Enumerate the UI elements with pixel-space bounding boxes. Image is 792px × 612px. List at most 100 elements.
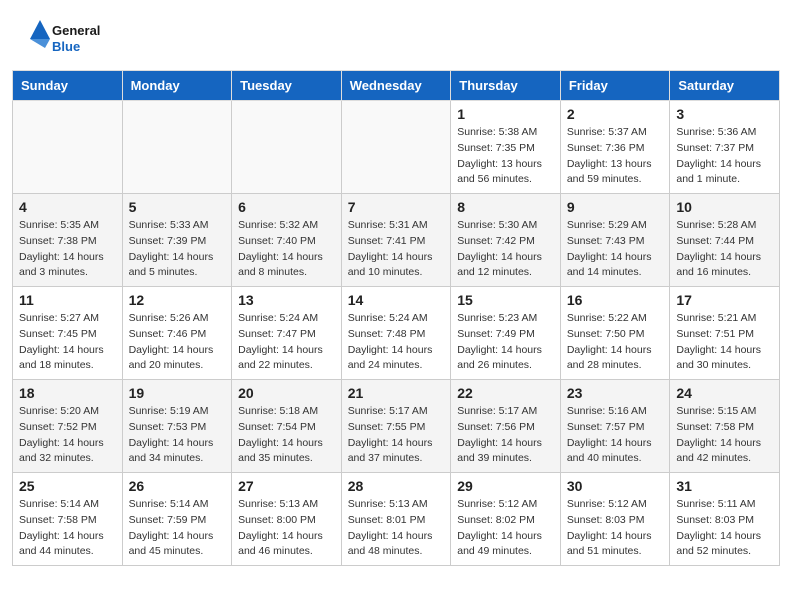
calendar-cell: 4 Sunrise: 5:35 AM Sunset: 7:38 PM Daylig… xyxy=(13,194,123,287)
day-info: Sunrise: 5:21 AM Sunset: 7:51 PM Dayligh… xyxy=(676,311,773,374)
day-number: 6 xyxy=(238,199,335,215)
day-number: 5 xyxy=(129,199,226,215)
day-info: Sunrise: 5:15 AM Sunset: 7:58 PM Dayligh… xyxy=(676,404,773,467)
day-info: Sunrise: 5:38 AM Sunset: 7:35 PM Dayligh… xyxy=(457,125,554,188)
calendar-cell: 11Sunrise: 5:27 AM Sunset: 7:45 PM Dayli… xyxy=(13,287,123,380)
day-number: 25 xyxy=(19,478,116,494)
day-number: 1 xyxy=(457,106,554,122)
svg-text:Blue: Blue xyxy=(52,39,80,54)
calendar-cell: 16 Sunrise: 5:22 AM Sunset: 7:50 PM Dayli… xyxy=(560,287,670,380)
calendar-cell: 7 Sunrise: 5:31 AM Sunset: 7:41 PM Daylig… xyxy=(341,194,451,287)
calendar-cell: 30 Sunrise: 5:12 AM Sunset: 8:03 PM Dayli… xyxy=(560,473,670,566)
weekday-header-monday: Monday xyxy=(122,71,232,101)
calendar-cell: 21 Sunrise: 5:17 AM Sunset: 7:55 PM Dayli… xyxy=(341,380,451,473)
calendar-cell: 8 Sunrise: 5:30 AM Sunset: 7:42 PM Daylig… xyxy=(451,194,561,287)
day-number: 30 xyxy=(567,478,664,494)
day-info: Sunrise: 5:13 AM Sunset: 8:00 PM Dayligh… xyxy=(238,497,335,560)
day-number: 31 xyxy=(676,478,773,494)
calendar-cell: 24 Sunrise: 5:15 AM Sunset: 7:58 PM Dayli… xyxy=(670,380,780,473)
day-info: Sunrise: 5:12 AM Sunset: 8:03 PM Dayligh… xyxy=(567,497,664,560)
day-info: Sunrise: 5:20 AM Sunset: 7:52 PM Dayligh… xyxy=(19,404,116,467)
day-info: Sunrise: 5:13 AM Sunset: 8:01 PM Dayligh… xyxy=(348,497,445,560)
calendar-cell xyxy=(232,101,342,194)
day-number: 8 xyxy=(457,199,554,215)
calendar-cell: 25 Sunrise: 5:14 AM Sunset: 7:58 PM Dayli… xyxy=(13,473,123,566)
calendar-cell xyxy=(122,101,232,194)
weekday-header-friday: Friday xyxy=(560,71,670,101)
calendar-cell: 12 Sunrise: 5:26 AM Sunset: 7:46 PM Dayli… xyxy=(122,287,232,380)
calendar-cell: 10Sunrise: 5:28 AM Sunset: 7:44 PM Dayli… xyxy=(670,194,780,287)
calendar-cell: 23Sunrise: 5:16 AM Sunset: 7:57 PM Dayli… xyxy=(560,380,670,473)
weekday-header-thursday: Thursday xyxy=(451,71,561,101)
calendar-cell: 17 Sunrise: 5:21 AM Sunset: 7:51 PM Dayli… xyxy=(670,287,780,380)
weekday-header-saturday: Saturday xyxy=(670,71,780,101)
day-info: Sunrise: 5:28 AM Sunset: 7:44 PM Dayligh… xyxy=(676,218,773,281)
day-number: 13 xyxy=(238,292,335,308)
day-number: 17 xyxy=(676,292,773,308)
day-number: 26 xyxy=(129,478,226,494)
page-header: General Blue xyxy=(0,0,792,70)
day-info: Sunrise: 5:17 AM Sunset: 7:55 PM Dayligh… xyxy=(348,404,445,467)
calendar-cell: 6Sunrise: 5:32 AM Sunset: 7:40 PM Daylig… xyxy=(232,194,342,287)
calendar-cell: 5 Sunrise: 5:33 AM Sunset: 7:39 PM Daylig… xyxy=(122,194,232,287)
day-info: Sunrise: 5:14 AM Sunset: 7:59 PM Dayligh… xyxy=(129,497,226,560)
day-number: 14 xyxy=(348,292,445,308)
calendar-cell: 3Sunrise: 5:36 AM Sunset: 7:37 PM Daylig… xyxy=(670,101,780,194)
day-number: 11 xyxy=(19,292,116,308)
day-number: 9 xyxy=(567,199,664,215)
page-container: General Blue SundayMondayTuesdayWednesda… xyxy=(0,0,792,578)
calendar-week-row: 4 Sunrise: 5:35 AM Sunset: 7:38 PM Daylig… xyxy=(13,194,780,287)
day-info: Sunrise: 5:26 AM Sunset: 7:46 PM Dayligh… xyxy=(129,311,226,374)
calendar-cell xyxy=(341,101,451,194)
day-number: 16 xyxy=(567,292,664,308)
calendar-cell: 13Sunrise: 5:24 AM Sunset: 7:47 PM Dayli… xyxy=(232,287,342,380)
weekday-header-sunday: Sunday xyxy=(13,71,123,101)
calendar-cell: 20 Sunrise: 5:18 AM Sunset: 7:54 PM Dayli… xyxy=(232,380,342,473)
day-info: Sunrise: 5:24 AM Sunset: 7:48 PM Dayligh… xyxy=(348,311,445,374)
day-number: 29 xyxy=(457,478,554,494)
day-info: Sunrise: 5:16 AM Sunset: 7:57 PM Dayligh… xyxy=(567,404,664,467)
day-info: Sunrise: 5:30 AM Sunset: 7:42 PM Dayligh… xyxy=(457,218,554,281)
calendar-cell: 2Sunrise: 5:37 AM Sunset: 7:36 PM Daylig… xyxy=(560,101,670,194)
weekday-header-row: SundayMondayTuesdayWednesdayThursdayFrid… xyxy=(13,71,780,101)
day-number: 20 xyxy=(238,385,335,401)
svg-text:General: General xyxy=(52,23,100,38)
weekday-header-tuesday: Tuesday xyxy=(232,71,342,101)
day-info: Sunrise: 5:35 AM Sunset: 7:38 PM Dayligh… xyxy=(19,218,116,281)
day-info: Sunrise: 5:31 AM Sunset: 7:41 PM Dayligh… xyxy=(348,218,445,281)
day-number: 7 xyxy=(348,199,445,215)
day-info: Sunrise: 5:22 AM Sunset: 7:50 PM Dayligh… xyxy=(567,311,664,374)
calendar-cell: 28Sunrise: 5:13 AM Sunset: 8:01 PM Dayli… xyxy=(341,473,451,566)
calendar-wrapper: SundayMondayTuesdayWednesdayThursdayFrid… xyxy=(0,70,792,578)
day-number: 15 xyxy=(457,292,554,308)
day-number: 12 xyxy=(129,292,226,308)
calendar-cell: 9Sunrise: 5:29 AM Sunset: 7:43 PM Daylig… xyxy=(560,194,670,287)
day-number: 21 xyxy=(348,385,445,401)
weekday-header-wednesday: Wednesday xyxy=(341,71,451,101)
day-number: 3 xyxy=(676,106,773,122)
calendar-body: 1 Sunrise: 5:38 AM Sunset: 7:35 PM Daylig… xyxy=(13,101,780,566)
day-number: 18 xyxy=(19,385,116,401)
logo: General Blue xyxy=(24,18,114,60)
day-number: 24 xyxy=(676,385,773,401)
day-info: Sunrise: 5:18 AM Sunset: 7:54 PM Dayligh… xyxy=(238,404,335,467)
day-info: Sunrise: 5:23 AM Sunset: 7:49 PM Dayligh… xyxy=(457,311,554,374)
day-number: 2 xyxy=(567,106,664,122)
calendar-table: SundayMondayTuesdayWednesdayThursdayFrid… xyxy=(12,70,780,566)
day-info: Sunrise: 5:33 AM Sunset: 7:39 PM Dayligh… xyxy=(129,218,226,281)
day-number: 22 xyxy=(457,385,554,401)
day-info: Sunrise: 5:11 AM Sunset: 8:03 PM Dayligh… xyxy=(676,497,773,560)
day-number: 4 xyxy=(19,199,116,215)
day-info: Sunrise: 5:14 AM Sunset: 7:58 PM Dayligh… xyxy=(19,497,116,560)
day-number: 27 xyxy=(238,478,335,494)
calendar-cell: 1 Sunrise: 5:38 AM Sunset: 7:35 PM Daylig… xyxy=(451,101,561,194)
calendar-header: SundayMondayTuesdayWednesdayThursdayFrid… xyxy=(13,71,780,101)
calendar-cell: 19Sunrise: 5:19 AM Sunset: 7:53 PM Dayli… xyxy=(122,380,232,473)
calendar-cell: 26 Sunrise: 5:14 AM Sunset: 7:59 PM Dayli… xyxy=(122,473,232,566)
logo-svg: General Blue xyxy=(24,18,114,60)
calendar-week-row: 11Sunrise: 5:27 AM Sunset: 7:45 PM Dayli… xyxy=(13,287,780,380)
calendar-cell: 18 Sunrise: 5:20 AM Sunset: 7:52 PM Dayli… xyxy=(13,380,123,473)
day-info: Sunrise: 5:17 AM Sunset: 7:56 PM Dayligh… xyxy=(457,404,554,467)
day-info: Sunrise: 5:12 AM Sunset: 8:02 PM Dayligh… xyxy=(457,497,554,560)
day-number: 19 xyxy=(129,385,226,401)
